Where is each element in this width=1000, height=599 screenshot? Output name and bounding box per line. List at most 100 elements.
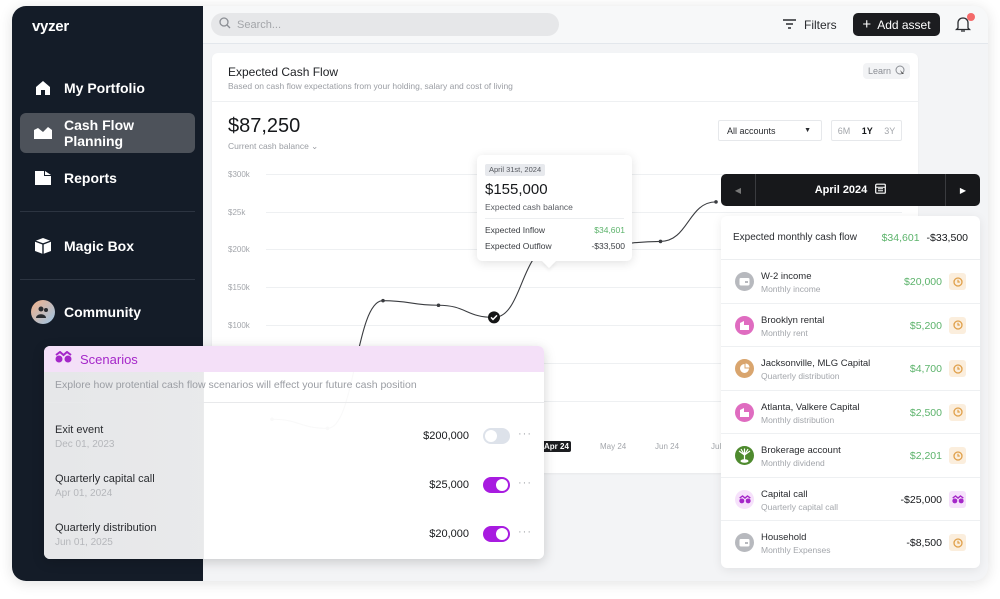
item-frequency: Monthly Expenses (761, 545, 831, 555)
scenario-row: Quarterly capital call Apr 01, 2024 $25,… (44, 473, 544, 519)
cash-flow-item[interactable]: Jacksonville, MLG Capital Quarterly distr… (721, 347, 980, 391)
recurring-clock-icon[interactable] (949, 360, 966, 377)
scenario-date: Jun 01, 2025 (55, 537, 113, 548)
recurring-clock-icon[interactable] (949, 316, 966, 334)
search-box[interactable] (211, 13, 559, 36)
monthly-cash-flow-card: Expected monthly cash flow $34,601 -$33,… (721, 216, 980, 568)
more-options-icon[interactable]: ··· (518, 477, 532, 489)
data-point[interactable] (658, 239, 663, 244)
recurring-clock-icon[interactable] (949, 273, 966, 290)
item-amount: $2,201 (909, 450, 942, 462)
item-amount: $4,700 (909, 363, 942, 375)
scenario-amount: $20,000 (429, 528, 469, 540)
cash-flow-item[interactable]: Household Monthly Expenses -$8,500 (721, 521, 980, 565)
search-icon (219, 16, 231, 34)
inflow-label: Expected Inflow (485, 225, 546, 235)
scenario-badge-icon[interactable] (949, 490, 966, 508)
sidebar-divider (20, 211, 195, 212)
summary-outflow: -$33,500 (926, 231, 968, 244)
caret-left-icon: ◀ (734, 185, 742, 195)
search-input[interactable] (237, 18, 537, 31)
summary-inflow: $34,601 (881, 231, 920, 244)
sidebar-item-label: Community (64, 304, 141, 320)
sidebar-item-cash-flow-planning[interactable]: Cash Flow Planning (20, 113, 195, 153)
scenarios-header: Scenarios (44, 346, 544, 372)
cash-flow-item[interactable]: W-2 income Monthly income $20,000 (721, 260, 980, 304)
scenario-toggle[interactable] (483, 477, 510, 493)
item-amount: $20,000 (904, 276, 942, 288)
cash-flow-item[interactable]: Brooklyn rental Monthly rent $5,200 (721, 304, 980, 347)
sidebar-item-label: Reports (64, 170, 117, 186)
cash-flow-item[interactable]: Capital call Quarterly capital call -$25,0… (721, 478, 980, 521)
more-options-icon[interactable]: ··· (518, 526, 532, 538)
item-name: Atlanta, Valkere Capital (761, 401, 860, 413)
add-asset-button[interactable]: + Add asset (853, 13, 940, 36)
sidebar-item-magic-box[interactable]: Magic Box (20, 226, 195, 266)
scenario-toggle[interactable] (483, 526, 510, 542)
tooltip-value-label: Expected cash balance (485, 202, 573, 212)
scenario-icon (55, 350, 72, 368)
previous-month-button[interactable]: ◀ (721, 174, 756, 206)
plus-icon: + (862, 16, 872, 33)
cash-flow-icon (34, 124, 52, 142)
item-name: Brooklyn rental (761, 314, 825, 326)
tooltip-date: April 31st, 2024 (485, 164, 546, 176)
sidebar-item-reports[interactable]: Reports (20, 158, 195, 198)
scenario-amount: $200,000 (423, 430, 469, 442)
scenario-amount: $25,000 (429, 479, 469, 491)
summary-label: Expected monthly cash flow (733, 232, 857, 243)
item-frequency: Monthly rent (761, 327, 808, 338)
tooltip-outflow-row: Expected Outflow -$33,500 (485, 241, 625, 251)
item-frequency: Quarterly capital call (761, 501, 839, 512)
next-month-button[interactable]: ▶ (945, 174, 980, 206)
data-point[interactable] (381, 298, 385, 303)
month-navigator: ◀ April 2024 ▶ (721, 174, 980, 206)
sidebar-item-my-portfolio[interactable]: My Portfolio (20, 68, 195, 108)
inflow-value: $34,601 (594, 225, 625, 235)
scenario-row: Quarterly distribution Jun 01, 2025 $20,… (44, 522, 544, 559)
sidebar-item-community[interactable]: Community (20, 292, 195, 332)
item-frequency: Monthly distribution (761, 414, 835, 425)
reports-icon (34, 169, 52, 187)
item-frequency: Monthly income (761, 284, 821, 294)
cash-flow-item[interactable]: Atlanta, Valkere Capital Monthly distribu… (721, 391, 980, 434)
scenario-name: Quarterly capital call (55, 473, 155, 485)
recurring-clock-icon[interactable] (949, 403, 966, 421)
item-name: Capital call (761, 488, 808, 500)
app-window: vyzer My Portfolio Cash Flow Planning Re… (12, 6, 988, 581)
scenario-icon (735, 489, 754, 509)
scenarios-panel: Scenarios Explore how protential cash fl… (44, 346, 544, 559)
month-label: April 2024 (814, 184, 868, 196)
brokerage-logo-icon (735, 446, 754, 465)
topbar: Filters + Add asset (203, 6, 988, 44)
calendar-icon (875, 183, 887, 197)
tooltip-divider (485, 218, 624, 219)
item-name: Household (761, 532, 807, 543)
scenario-toggle[interactable] (483, 428, 510, 444)
notifications-button[interactable] (954, 13, 975, 35)
toggle-knob (496, 479, 508, 491)
filters-label: Filters (804, 18, 837, 32)
item-amount: $5,200 (909, 319, 942, 332)
recurring-clock-icon[interactable] (949, 534, 966, 551)
item-frequency: Quarterly distribution (761, 371, 840, 381)
monthly-summary: Expected monthly cash flow $34,601 -$33,… (721, 216, 980, 260)
data-point[interactable] (436, 303, 441, 308)
outflow-value: -$33,500 (591, 241, 625, 251)
more-options-icon[interactable]: ··· (518, 428, 532, 440)
wallet-icon (735, 272, 754, 291)
notification-badge (967, 13, 975, 21)
recurring-clock-icon[interactable] (949, 447, 966, 464)
wallet-icon (735, 533, 754, 552)
cash-flow-item[interactable]: Brokerage account Monthly dividend $2,201 (721, 434, 980, 478)
pie-icon (735, 359, 754, 378)
month-picker[interactable]: April 2024 (756, 183, 945, 197)
filters-button[interactable]: Filters (783, 14, 837, 36)
item-name: W-2 income (761, 271, 812, 282)
scenario-name: Quarterly distribution (55, 522, 157, 534)
scenario-row: Exit event Dec 01, 2023 $200,000 ··· (44, 424, 544, 470)
data-point[interactable] (714, 200, 718, 204)
sidebar-item-label: My Portfolio (64, 80, 145, 96)
sidebar-item-label: Magic Box (64, 238, 135, 254)
add-asset-label: Add asset (877, 17, 931, 32)
